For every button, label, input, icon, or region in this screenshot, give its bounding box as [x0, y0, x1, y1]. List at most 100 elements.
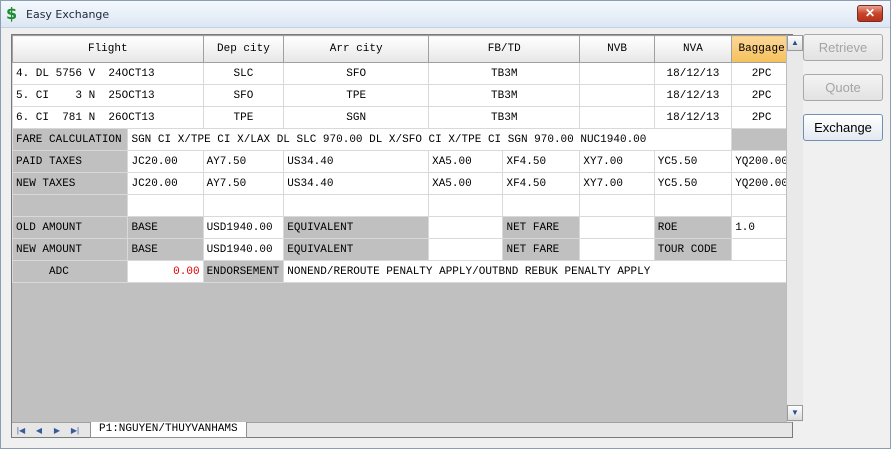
last-sheet-icon[interactable]: ▶| — [68, 425, 82, 436]
tax-cell[interactable]: JC20.00 — [127, 172, 204, 195]
tax-cell[interactable]: XY7.00 — [579, 172, 655, 195]
new-net-fare-value[interactable] — [579, 238, 655, 261]
exchange-grid: Flight Dep city Arr city FB/TD NVB NVA B… — [11, 34, 803, 438]
blank-cell[interactable] — [127, 194, 204, 217]
nvb-cell[interactable] — [579, 62, 655, 85]
header-row: Flight Dep city Arr city FB/TD NVB NVA B… — [12, 35, 792, 63]
nva-cell[interactable]: 18/12/13 — [653, 84, 733, 107]
tax-cell[interactable]: XA5.00 — [428, 150, 504, 173]
adc-label: ADC — [11, 260, 129, 283]
old-base-value[interactable]: USD1940.00 — [202, 216, 285, 239]
col-header-fb-td[interactable]: FB/TD — [428, 35, 581, 63]
tax-cell[interactable]: YQ200.00 — [731, 172, 792, 195]
dep-city-cell[interactable]: TPE — [202, 106, 285, 129]
scroll-down-icon[interactable]: ▼ — [787, 405, 803, 421]
tax-cell[interactable]: XA5.00 — [428, 172, 504, 195]
tax-cell[interactable]: YC5.50 — [653, 150, 733, 173]
nva-cell[interactable]: 18/12/13 — [653, 62, 733, 85]
fare-calculation-label: FARE CALCULATION — [11, 128, 129, 151]
old-net-fare-value[interactable] — [579, 216, 655, 239]
roe-value[interactable]: 1.0 — [731, 216, 792, 239]
tax-cell[interactable]: XF4.50 — [502, 172, 581, 195]
col-header-nva[interactable]: NVA — [653, 35, 733, 63]
tour-code-value[interactable] — [731, 238, 792, 261]
endorsement-label: ENDORSEMENT — [202, 260, 285, 283]
arr-city-cell[interactable]: SGN — [283, 106, 430, 129]
flight-row[interactable]: 5. CI 3 N 25OCT13 SFO TPE TB3M 18/12/13 … — [12, 84, 792, 107]
blank-cell[interactable] — [283, 194, 430, 217]
new-amount-label: NEW AMOUNT — [11, 238, 129, 261]
blank-cell[interactable] — [731, 194, 792, 217]
roe-label: ROE — [653, 216, 733, 239]
adc-value[interactable]: 0.00 — [127, 260, 204, 283]
nva-cell[interactable]: 18/12/13 — [653, 106, 733, 129]
fb-td-cell[interactable]: TB3M — [428, 106, 581, 129]
dep-city-cell[interactable]: SLC — [202, 62, 285, 85]
retrieve-button[interactable]: Retrieve — [803, 34, 883, 61]
first-sheet-icon[interactable]: |◀ — [14, 425, 28, 436]
prev-sheet-icon[interactable]: ◀ — [32, 425, 46, 436]
tax-cell[interactable]: XY7.00 — [579, 150, 655, 173]
col-header-arr-city[interactable]: Arr city — [283, 35, 430, 63]
flight-cell[interactable]: 6. CI 781 N 26OCT13 — [12, 106, 204, 129]
tax-cell[interactable]: YC5.50 — [653, 172, 733, 195]
exchange-table: Flight Dep city Arr city FB/TD NVB NVA B… — [11, 35, 792, 283]
dollar-icon: $ — [6, 4, 18, 23]
old-amount-label: OLD AMOUNT — [11, 216, 129, 239]
paid-taxes-row: PAID TAXES JC20.00 AY7.50 US34.40 XA5.00… — [11, 150, 792, 173]
fb-td-cell[interactable]: TB3M — [428, 84, 581, 107]
flight-row[interactable]: 6. CI 781 N 26OCT13 TPE SGN TB3M 18/12/1… — [12, 106, 792, 129]
new-equivalent-value[interactable] — [428, 238, 504, 261]
old-equivalent-value[interactable] — [428, 216, 504, 239]
nvb-cell[interactable] — [579, 106, 655, 129]
tax-cell[interactable]: XF4.50 — [502, 150, 581, 173]
tax-cell[interactable]: US34.40 — [283, 150, 430, 173]
flight-cell[interactable]: 4. DL 5756 V 24OCT13 — [12, 62, 204, 85]
arr-city-cell[interactable]: SFO — [283, 62, 430, 85]
new-taxes-label: NEW TAXES — [11, 172, 129, 195]
blank-cell[interactable] — [428, 194, 504, 217]
blank-cell[interactable] — [579, 194, 655, 217]
quote-button[interactable]: Quote — [803, 74, 883, 101]
endorsement-value[interactable]: NONEND/REROUTE PENALTY APPLY/OUTBND REBU… — [283, 260, 792, 283]
sheet-tab-bar: |◀ ◀ ▶ ▶| P1:NGUYEN/THUYVANHAMS — [12, 422, 792, 438]
fare-calculation-row: FARE CALCULATION SGN CI X/TPE CI X/LAX D… — [11, 128, 792, 151]
sheet-tab-passenger[interactable]: P1:NGUYEN/THUYVANHAMS — [90, 422, 247, 438]
baggage-cell[interactable]: 2PC — [731, 106, 792, 129]
col-header-nvb[interactable]: NVB — [579, 35, 655, 63]
arr-city-cell[interactable]: TPE — [283, 84, 430, 107]
exchange-button[interactable]: Exchange — [803, 114, 883, 141]
tax-cell[interactable]: AY7.50 — [202, 150, 285, 173]
new-base-value[interactable]: USD1940.00 — [202, 238, 285, 261]
col-header-flight[interactable]: Flight — [12, 35, 204, 63]
blank-cell[interactable] — [202, 194, 285, 217]
close-button[interactable]: ✕ — [857, 5, 883, 22]
baggage-cell[interactable]: 2PC — [731, 84, 792, 107]
fb-td-cell[interactable]: TB3M — [428, 62, 581, 85]
vertical-scrollbar[interactable]: ▲ ▼ — [786, 35, 803, 422]
blank-label — [11, 194, 129, 217]
col-header-dep-city[interactable]: Dep city — [202, 35, 285, 63]
net-fare-label: NET FARE — [502, 238, 581, 261]
col-header-baggage[interactable]: Baggage — [731, 35, 792, 63]
adc-row: ADC 0.00 ENDORSEMENT NONEND/REROUTE PENA… — [11, 260, 792, 283]
fare-calculation-value[interactable]: SGN CI X/TPE CI X/LAX DL SLC 970.00 DL X… — [127, 128, 733, 151]
nvb-cell[interactable] — [579, 84, 655, 107]
blank-cell[interactable] — [502, 194, 581, 217]
tax-cell[interactable]: YQ200.00 — [731, 150, 792, 173]
baggage-cell[interactable]: 2PC — [731, 62, 792, 85]
tax-cell[interactable]: AY7.50 — [202, 172, 285, 195]
flight-row[interactable]: 4. DL 5756 V 24OCT13 SLC SFO TB3M 18/12/… — [12, 62, 792, 85]
dep-city-cell[interactable]: SFO — [202, 84, 285, 107]
tax-cell[interactable]: US34.40 — [283, 172, 430, 195]
equivalent-label: EQUIVALENT — [283, 238, 430, 261]
tax-cell[interactable]: JC20.00 — [127, 150, 204, 173]
base-label: BASE — [127, 238, 204, 261]
easy-exchange-window: $ Easy Exchange ✕ Flight Dep city Arr ci… — [0, 0, 891, 449]
scroll-up-icon[interactable]: ▲ — [787, 35, 803, 51]
next-sheet-icon[interactable]: ▶ — [50, 425, 64, 436]
blank-row — [11, 194, 792, 217]
flight-cell[interactable]: 5. CI 3 N 25OCT13 — [12, 84, 204, 107]
new-amount-row: NEW AMOUNT BASE USD1940.00 EQUIVALENT NE… — [11, 238, 792, 261]
blank-cell[interactable] — [653, 194, 733, 217]
